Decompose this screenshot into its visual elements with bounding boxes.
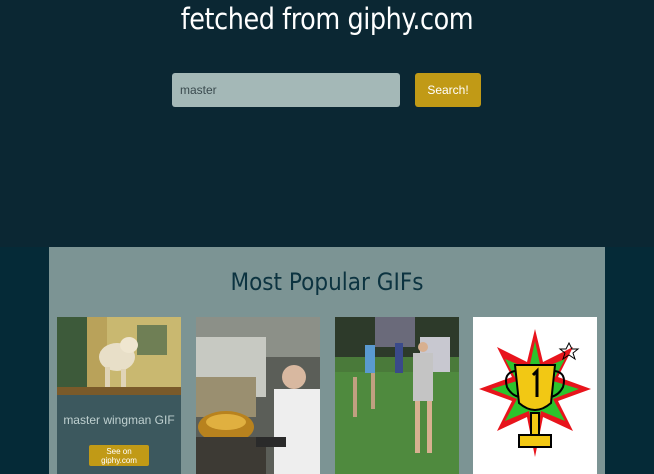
gif-thumbnail-chef[interactable] [196, 317, 320, 474]
gif-thumbnail-trophy[interactable] [473, 317, 597, 474]
gif-thumbnail-dog[interactable] [57, 317, 181, 395]
gif-card-2 [196, 317, 320, 474]
gif-card-1: master wingman GIF See on giphy.com [57, 317, 181, 474]
section-title: Most Popular GIFs [230, 268, 424, 296]
gif-thumbnail-dance[interactable] [335, 317, 459, 474]
gif-card-4 [473, 317, 597, 474]
see-on-giphy-button[interactable]: See on giphy.com [89, 445, 149, 466]
search-button[interactable]: Search! [415, 73, 481, 107]
gif-card-3 [335, 317, 459, 474]
search-input[interactable] [172, 73, 400, 107]
gif-caption: master wingman GIF [63, 413, 175, 427]
site-title: fetched from giphy.com [180, 2, 474, 36]
page-header: fetched from giphy.com Search! [0, 0, 654, 247]
